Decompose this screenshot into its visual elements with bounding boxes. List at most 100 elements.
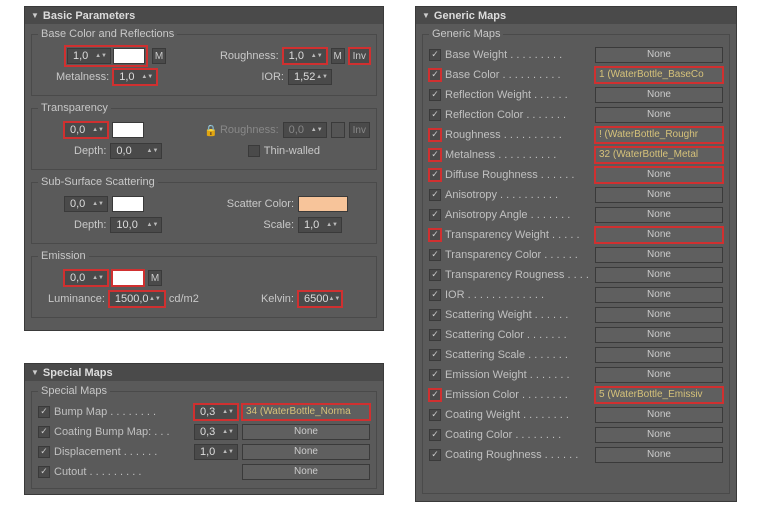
map-label: Scattering Color . . . . . . . xyxy=(445,329,591,341)
scatter-color-swatch[interactable] xyxy=(298,196,348,212)
ior-spinner[interactable]: 1,52▲▼ xyxy=(288,69,332,85)
map-slot-button[interactable]: None xyxy=(242,464,370,480)
base-amount-spinner[interactable]: 1,0▲▼ xyxy=(67,48,111,64)
map-checkbox[interactable] xyxy=(429,89,441,101)
map-slot-button[interactable]: None xyxy=(595,47,723,63)
transparency-spinner[interactable]: 0,0▲▼ xyxy=(64,122,108,138)
map-checkbox[interactable] xyxy=(429,209,441,221)
map-checkbox[interactable] xyxy=(429,289,441,301)
map-slot-button[interactable]: None xyxy=(595,227,723,243)
group-legend: Base Color and Reflections xyxy=(38,28,177,40)
generic-panel-header[interactable]: ▼ Generic Maps xyxy=(416,7,736,24)
map-row: Coating Roughness . . . . . . None xyxy=(429,445,723,464)
map-button[interactable]: M xyxy=(148,270,162,286)
map-checkbox[interactable] xyxy=(38,426,50,438)
map-slot-button[interactable]: None xyxy=(242,424,370,440)
map-checkbox[interactable] xyxy=(429,269,441,281)
metalness-spinner[interactable]: 1,0▲▼ xyxy=(113,69,157,85)
group-legend: Special Maps xyxy=(38,385,110,397)
map-slot-button[interactable]: None xyxy=(595,287,723,303)
map-checkbox[interactable] xyxy=(429,109,441,121)
map-label: Diffuse Roughness . . . . . . xyxy=(445,169,591,181)
map-amount-spinner[interactable]: 0,3▲▼ xyxy=(194,424,238,440)
map-row: Coating Bump Map: . . . 0,3▲▼None xyxy=(38,422,370,441)
map-checkbox[interactable] xyxy=(429,449,441,461)
map-slot-button[interactable]: None xyxy=(595,267,723,283)
map-slot-button[interactable]: None xyxy=(595,107,723,123)
map-checkbox[interactable] xyxy=(429,189,441,201)
map-slot-button[interactable]: None xyxy=(595,447,723,463)
map-slot-button[interactable]: None xyxy=(595,367,723,383)
luminance-spinner[interactable]: 1500,0▲▼ xyxy=(109,291,165,307)
kelvin-spinner[interactable]: 6500▲▼ xyxy=(298,291,342,307)
map-slot-button[interactable]: None xyxy=(595,407,723,423)
map-slot-button[interactable]: None xyxy=(595,327,723,343)
map-label: Transparency Rougness . . . . xyxy=(445,269,591,281)
lock-icon[interactable]: 🔒 xyxy=(204,124,216,137)
map-row: Scattering Color . . . . . . . None xyxy=(429,325,723,344)
scale-label: Scale: xyxy=(263,219,294,231)
map-checkbox[interactable] xyxy=(429,229,441,241)
scale-spinner[interactable]: 1,0▲▼ xyxy=(298,217,342,233)
luminance-label: Luminance: xyxy=(48,293,105,305)
map-row: Scattering Weight . . . . . . None xyxy=(429,305,723,324)
map-slot-button[interactable]: None xyxy=(595,187,723,203)
map-slot-button[interactable]: 34 (WaterBottle_Norma xyxy=(242,404,370,420)
trans-roughness-spinner[interactable]: 0,0▲▼ xyxy=(283,122,327,138)
group-sss: Sub-Surface Scattering 0,0▲▼ Scatter Col… xyxy=(31,176,377,244)
sss-color-swatch[interactable] xyxy=(112,196,144,212)
map-slot-button[interactable]: None xyxy=(595,347,723,363)
map-slot-button[interactable]: 32 (WaterBottle_Metal xyxy=(595,147,723,163)
inv-button[interactable]: Inv xyxy=(349,48,370,64)
map-checkbox[interactable] xyxy=(429,49,441,61)
roughness-spinner[interactable]: 1,0▲▼ xyxy=(283,48,327,64)
depth-spinner[interactable]: 0,0▲▼ xyxy=(110,143,162,159)
map-slot-button[interactable]: None xyxy=(242,444,370,460)
map-amount-spinner[interactable]: 0,3▲▼ xyxy=(194,404,238,420)
map-checkbox[interactable] xyxy=(429,389,441,401)
map-checkbox[interactable] xyxy=(38,446,50,458)
group-legend: Transparency xyxy=(38,102,111,114)
map-slot-button[interactable]: None xyxy=(595,427,723,443)
basic-panel-header[interactable]: ▼ Basic Parameters xyxy=(25,7,383,24)
map-amount-spinner[interactable]: 1,0▲▼ xyxy=(194,444,238,460)
map-checkbox[interactable] xyxy=(429,409,441,421)
map-checkbox[interactable] xyxy=(429,349,441,361)
map-slot-button[interactable]: None xyxy=(595,247,723,263)
emission-color-swatch[interactable] xyxy=(112,270,144,286)
map-checkbox[interactable] xyxy=(429,369,441,381)
map-row: Metalness . . . . . . . . . . 32 (WaterB… xyxy=(429,145,723,164)
transparency-color-swatch[interactable] xyxy=(112,122,144,138)
roughness-label: Roughness: xyxy=(220,50,279,62)
group-legend: Sub-Surface Scattering xyxy=(38,176,158,188)
thin-walled-checkbox[interactable] xyxy=(248,145,260,157)
base-color-swatch[interactable] xyxy=(113,48,145,64)
map-slot-button[interactable]: None xyxy=(595,167,723,183)
map-checkbox[interactable] xyxy=(429,309,441,321)
emission-spinner[interactable]: 0,0▲▼ xyxy=(64,270,108,286)
map-slot-button[interactable]: None xyxy=(595,87,723,103)
map-checkbox[interactable] xyxy=(38,406,50,418)
map-checkbox[interactable] xyxy=(429,169,441,181)
special-panel-header[interactable]: ▼ Special Maps xyxy=(25,364,383,381)
map-checkbox[interactable] xyxy=(429,69,441,81)
map-checkbox[interactable] xyxy=(429,429,441,441)
map-slot-button[interactable]: ! (WaterBottle_Roughr xyxy=(595,127,723,143)
sss-spinner[interactable]: 0,0▲▼ xyxy=(64,196,108,212)
map-button[interactable]: M xyxy=(152,48,166,64)
map-button[interactable]: M xyxy=(331,48,345,64)
map-slot-button[interactable]: None xyxy=(595,207,723,223)
map-slot-button[interactable]: None xyxy=(595,307,723,323)
map-checkbox[interactable] xyxy=(429,149,441,161)
group-legend: Emission xyxy=(38,250,89,262)
panel-title: Generic Maps xyxy=(434,10,506,22)
map-slot-button[interactable]: 1 (WaterBottle_BaseCo xyxy=(595,67,723,83)
map-checkbox[interactable] xyxy=(429,129,441,141)
map-checkbox[interactable] xyxy=(38,466,50,478)
map-row: Transparency Weight . . . . . None xyxy=(429,225,723,244)
map-checkbox[interactable] xyxy=(429,329,441,341)
map-slot-button[interactable]: 5 (WaterBottle_Emissiv xyxy=(595,387,723,403)
sss-depth-spinner[interactable]: 10,0▲▼ xyxy=(110,217,162,233)
metalness-label: Metalness: xyxy=(56,71,109,83)
map-checkbox[interactable] xyxy=(429,249,441,261)
